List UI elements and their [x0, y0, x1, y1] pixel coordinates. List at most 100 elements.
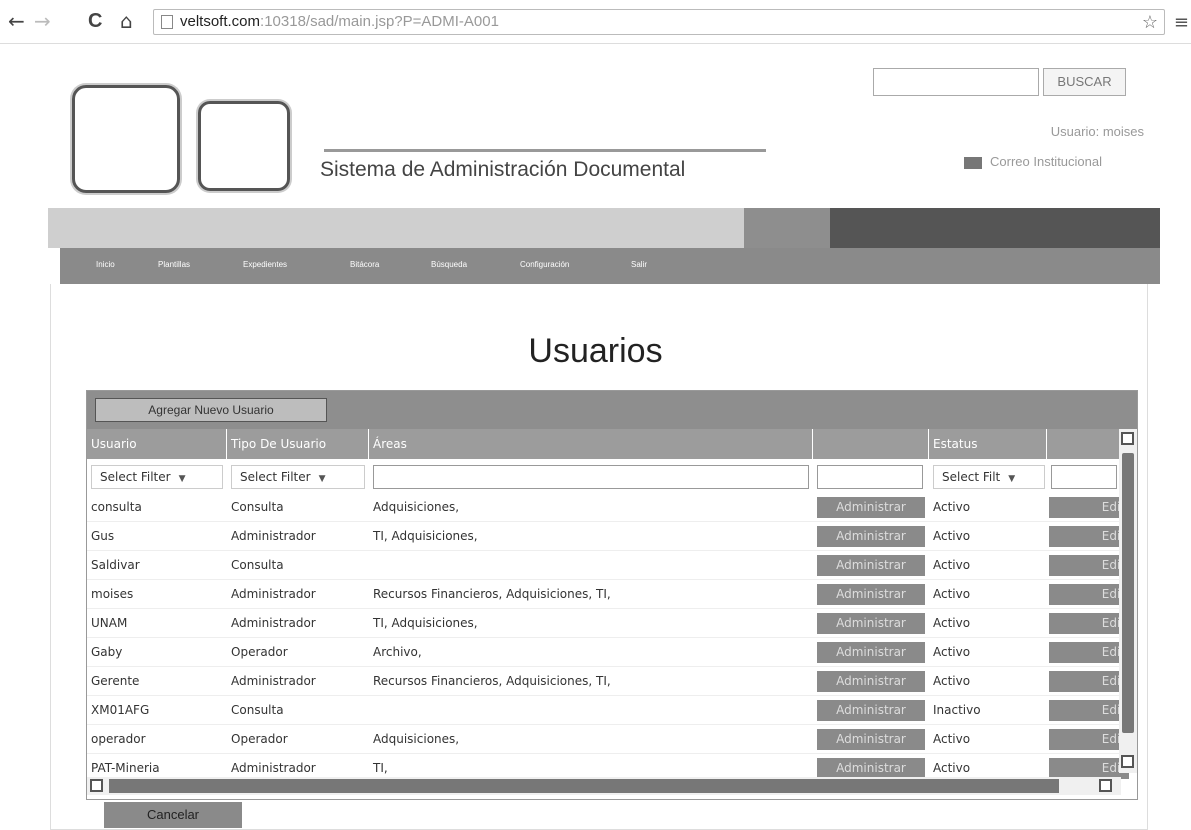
- search-input[interactable]: [873, 68, 1039, 96]
- cell-tipo: Consulta: [231, 703, 284, 717]
- table-row: Gaby Operador Archivo, Administrar Activ…: [87, 638, 1129, 667]
- cell-usuario: XM01AFG: [91, 703, 150, 717]
- scroll-left-icon[interactable]: [90, 779, 103, 792]
- cell-areas: Archivo,: [373, 645, 422, 659]
- main-nav: Inicio Plantillas Expedientes Bitácora B…: [60, 248, 1160, 284]
- table-row: consulta Consulta Adquisiciones, Adminis…: [87, 493, 1129, 522]
- address-bar[interactable]: veltsoft.com:10318/sad/main.jsp?P=ADMI-A…: [153, 9, 1165, 35]
- cell-estatus: Activo: [933, 732, 971, 746]
- search-button[interactable]: BUSCAR: [1043, 68, 1126, 96]
- column-header-actions: [813, 429, 929, 459]
- administrar-button[interactable]: Administrar: [817, 729, 925, 750]
- add-user-button[interactable]: Agregar Nuevo Usuario: [95, 398, 327, 422]
- column-header-areas[interactable]: Áreas: [369, 429, 813, 459]
- nav-item-configuracion[interactable]: Configuración: [520, 260, 569, 269]
- nav-item-expedientes[interactable]: Expedientes: [243, 260, 287, 269]
- edit-button[interactable]: Edit: [1049, 526, 1129, 547]
- reload-icon[interactable]: C: [88, 10, 102, 32]
- cell-usuario: consulta: [91, 500, 142, 514]
- column-header-usuario[interactable]: Usuario: [87, 429, 227, 459]
- administrar-button[interactable]: Administrar: [817, 555, 925, 576]
- cell-usuario: Saldivar: [91, 558, 140, 572]
- nav-item-plantillas[interactable]: Plantillas: [158, 260, 190, 269]
- filter-row: Select Filter ▼ Select Filter ▼ Select Fil…: [87, 459, 1137, 493]
- cell-areas: TI, Adquisiciones,: [373, 616, 478, 630]
- administrar-button[interactable]: Administrar: [817, 497, 925, 518]
- estatus-filter-select[interactable]: Select Filt ▼: [933, 465, 1045, 489]
- users-grid: Agregar Nuevo Usuario Usuario Tipo De Us…: [86, 390, 1138, 800]
- cell-estatus: Activo: [933, 587, 971, 601]
- back-icon[interactable]: ←: [8, 10, 25, 32]
- page-icon: [161, 15, 173, 29]
- chevron-down-icon: ▼: [178, 474, 186, 484]
- cell-tipo: Administrador: [231, 587, 316, 601]
- usuario-filter-value: Select Filter: [100, 470, 171, 484]
- scroll-up-icon[interactable]: [1121, 432, 1134, 445]
- administrar-button[interactable]: Administrar: [817, 758, 925, 779]
- table-row: Saldivar Consulta Administrar Activo Edi…: [87, 551, 1129, 580]
- cell-estatus: Inactivo: [933, 703, 981, 717]
- administrar-button[interactable]: Administrar: [817, 642, 925, 663]
- edit-button[interactable]: Edit: [1049, 555, 1129, 576]
- institutional-mail-link[interactable]: Correo Institucional: [964, 154, 1102, 169]
- home-icon[interactable]: ⌂: [120, 10, 133, 32]
- nav-item-inicio[interactable]: Inicio: [96, 260, 115, 269]
- areas-filter-input[interactable]: [373, 465, 809, 489]
- cell-usuario: operador: [91, 732, 146, 746]
- cell-areas: Adquisiciones,: [373, 500, 460, 514]
- cell-tipo: Operador: [231, 645, 288, 659]
- edit-button[interactable]: Edit: [1049, 642, 1129, 663]
- administrar-button[interactable]: Administrar: [817, 526, 925, 547]
- edit-button[interactable]: Edit: [1049, 758, 1129, 779]
- column-header-estatus[interactable]: Estatus: [929, 429, 1047, 459]
- edit-button[interactable]: Edit: [1049, 497, 1129, 518]
- cell-estatus: Activo: [933, 674, 971, 688]
- browser-menu-icon[interactable]: ≡: [1174, 12, 1189, 33]
- cancel-button[interactable]: Cancelar: [104, 802, 242, 828]
- usuario-filter-select[interactable]: Select Filter ▼: [91, 465, 223, 489]
- edit-button[interactable]: Edit: [1049, 671, 1129, 692]
- cell-areas: [369, 551, 813, 580]
- cell-estatus: Activo: [933, 616, 971, 630]
- page-title: Usuarios: [528, 332, 663, 370]
- edit-button[interactable]: Edit: [1049, 613, 1129, 634]
- chevron-down-icon: ▼: [318, 474, 326, 484]
- horizontal-scroll-thumb[interactable]: [109, 779, 1059, 793]
- administrar-button[interactable]: Administrar: [817, 613, 925, 634]
- cell-tipo: Administrador: [231, 529, 316, 543]
- column-header-tipo[interactable]: Tipo De Usuario: [227, 429, 369, 459]
- cell-areas: Recursos Financieros, Adquisiciones, TI,: [373, 587, 611, 601]
- column-header-edit: [1047, 429, 1121, 459]
- forward-icon[interactable]: →: [34, 10, 51, 32]
- last-filter-input[interactable]: [1051, 465, 1117, 489]
- edit-button[interactable]: Edit: [1049, 584, 1129, 605]
- table-row: operador Operador Adquisiciones, Adminis…: [87, 725, 1129, 754]
- cell-usuario: UNAM: [91, 616, 128, 630]
- cell-estatus: Activo: [933, 529, 971, 543]
- edit-button[interactable]: Edit: [1049, 729, 1129, 750]
- scroll-down-icon[interactable]: [1121, 755, 1134, 768]
- horizontal-scrollbar[interactable]: [87, 777, 1121, 795]
- nav-item-busqueda[interactable]: Búsqueda: [431, 260, 467, 269]
- system-title: Sistema de Administración Documental: [320, 158, 686, 181]
- vertical-scrollbar[interactable]: [1119, 429, 1137, 773]
- cell-tipo: Administrador: [231, 616, 316, 630]
- edit-button[interactable]: Edit: [1049, 700, 1129, 721]
- vertical-scroll-thumb[interactable]: [1122, 453, 1134, 733]
- nav-item-bitacora[interactable]: Bitácora: [350, 260, 379, 269]
- blank-filter-input[interactable]: [817, 465, 923, 489]
- user-label: Usuario: moises: [1050, 124, 1144, 139]
- bookmark-star-icon[interactable]: ☆: [1142, 10, 1158, 34]
- banner-dark: [830, 208, 1160, 248]
- scroll-right-icon[interactable]: [1099, 779, 1112, 792]
- administrar-button[interactable]: Administrar: [817, 700, 925, 721]
- cell-usuario: Gus: [91, 529, 115, 543]
- estatus-filter-value: Select Filt: [942, 470, 1001, 484]
- table-row: Gus Administrador TI, Adquisiciones, Adm…: [87, 522, 1129, 551]
- cell-tipo: Consulta: [231, 558, 284, 572]
- administrar-button[interactable]: Administrar: [817, 671, 925, 692]
- nav-item-salir[interactable]: Salir: [631, 260, 647, 269]
- tipo-filter-select[interactable]: Select Filter ▼: [231, 465, 365, 489]
- administrar-button[interactable]: Administrar: [817, 584, 925, 605]
- cell-tipo: Consulta: [231, 500, 284, 514]
